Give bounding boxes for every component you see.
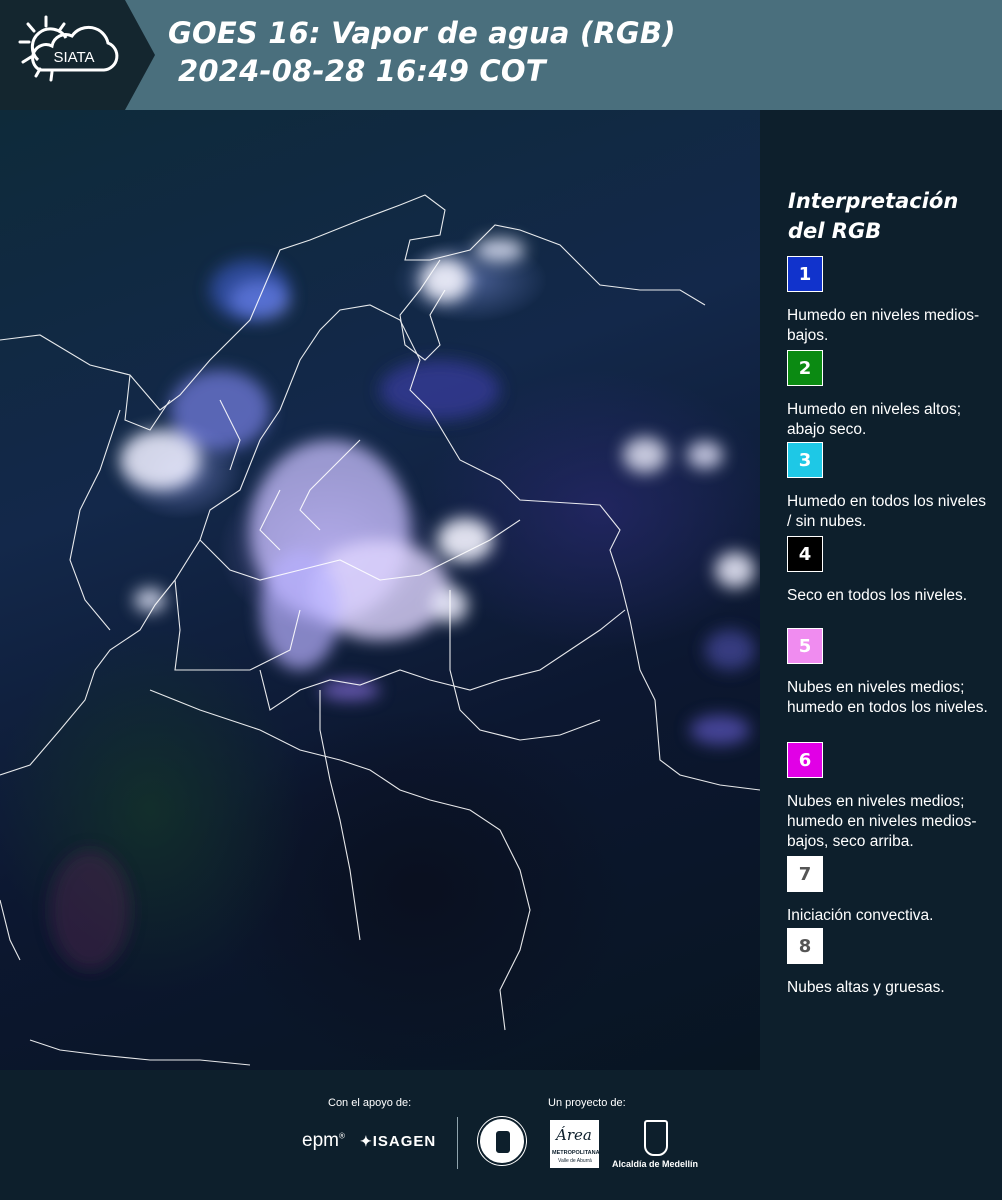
- area-logo-text: Área: [556, 1126, 592, 1144]
- legend-panel: Interpretación del RGB 1 Humedo en nivele…: [760, 110, 1002, 1070]
- map-overlay: [0, 194, 760, 1066]
- title-line-1: GOES 16: Vapor de agua (RGB): [168, 16, 676, 50]
- header-bar: SIATA GOES 16: Vapor de agua (RGB) 2024-…: [0, 0, 1002, 110]
- epm-logo-text: epm: [302, 1130, 339, 1151]
- title-line-2: 2024-08-28 16:49 COT: [178, 54, 546, 88]
- epm-logo: epm®: [302, 1130, 345, 1151]
- legend-item-8: 8 Nubes altas y gruesas.: [787, 928, 992, 998]
- legend-label: Nubes en niveles medios; humedo en nivel…: [787, 793, 977, 850]
- legend-label: Humedo en todos los niveles / sin nubes.: [787, 493, 987, 530]
- area-logo-subtext: Valle de Aburrá: [558, 1158, 592, 1164]
- area-metropolitana-logo: Área METROPOLITANA Valle de Aburrá: [550, 1120, 600, 1168]
- legend-item-6: 6 Nubes en niveles medios; humedo en nive…: [787, 742, 992, 852]
- area-logo-subtitle: METROPOLITANA: [552, 1150, 600, 1156]
- legend-swatch: 1: [787, 256, 823, 292]
- legend-item-1: 1 Humedo en niveles medios-bajos.: [787, 256, 992, 346]
- legend-swatch: 4: [787, 536, 823, 572]
- legend-label: Humedo en niveles altos; abajo seco.: [787, 401, 962, 438]
- legend-label: Nubes altas y gruesas.: [787, 979, 945, 996]
- siata-logo-text: SIATA: [53, 49, 94, 66]
- siata-logo: SIATA: [0, 0, 155, 110]
- legend-item-2: 2 Humedo en niveles altos; abajo seco.: [787, 350, 992, 440]
- legend-swatch: 2: [787, 350, 823, 386]
- legend-label: Iniciación convectiva.: [787, 907, 934, 924]
- isagen-logo-text: ISAGEN: [372, 1133, 437, 1150]
- legend-swatch: 3: [787, 442, 823, 478]
- medellin-logo-text: Alcaldía de Medellín: [612, 1159, 699, 1169]
- legend-item-5: 5 Nubes en niveles medios; humedo en todo…: [787, 628, 992, 718]
- legend-swatch: 7: [787, 856, 823, 892]
- legend-swatch: 8: [787, 928, 823, 964]
- legend-swatch: 5: [787, 628, 823, 664]
- satellite-map: [0, 110, 760, 1070]
- legend-item-3: 3 Humedo en todos los niveles / sin nubes…: [787, 442, 992, 532]
- legend-item-7: 7 Iniciación convectiva.: [787, 856, 992, 926]
- isagen-mark-icon: ✦: [360, 1133, 373, 1149]
- isagen-logo: ✦ISAGEN: [360, 1133, 436, 1150]
- legend-label: Seco en todos los niveles.: [787, 587, 968, 604]
- legend-item-4: 4 Seco en todos los niveles.: [787, 536, 992, 606]
- medellin-shield-icon: [644, 1120, 668, 1156]
- footer: Con el apoyo de: Un proyecto de: epm® ✦I…: [0, 1070, 1002, 1200]
- footer-divider: [457, 1117, 458, 1169]
- legend-swatch: 6: [787, 742, 823, 778]
- antioquia-seal-icon: [478, 1117, 526, 1165]
- project-label: Un proyecto de:: [548, 1097, 626, 1109]
- legend-label: Nubes en niveles medios; humedo en todos…: [787, 679, 988, 716]
- support-label: Con el apoyo de:: [328, 1097, 412, 1109]
- legend-label: Humedo en niveles medios-bajos.: [787, 307, 980, 344]
- page-title: GOES 16: Vapor de agua (RGB) 2024-08-28 …: [168, 14, 676, 90]
- legend-title: Interpretación del RGB: [788, 189, 959, 243]
- siata-logo-icon: SIATA: [0, 0, 155, 110]
